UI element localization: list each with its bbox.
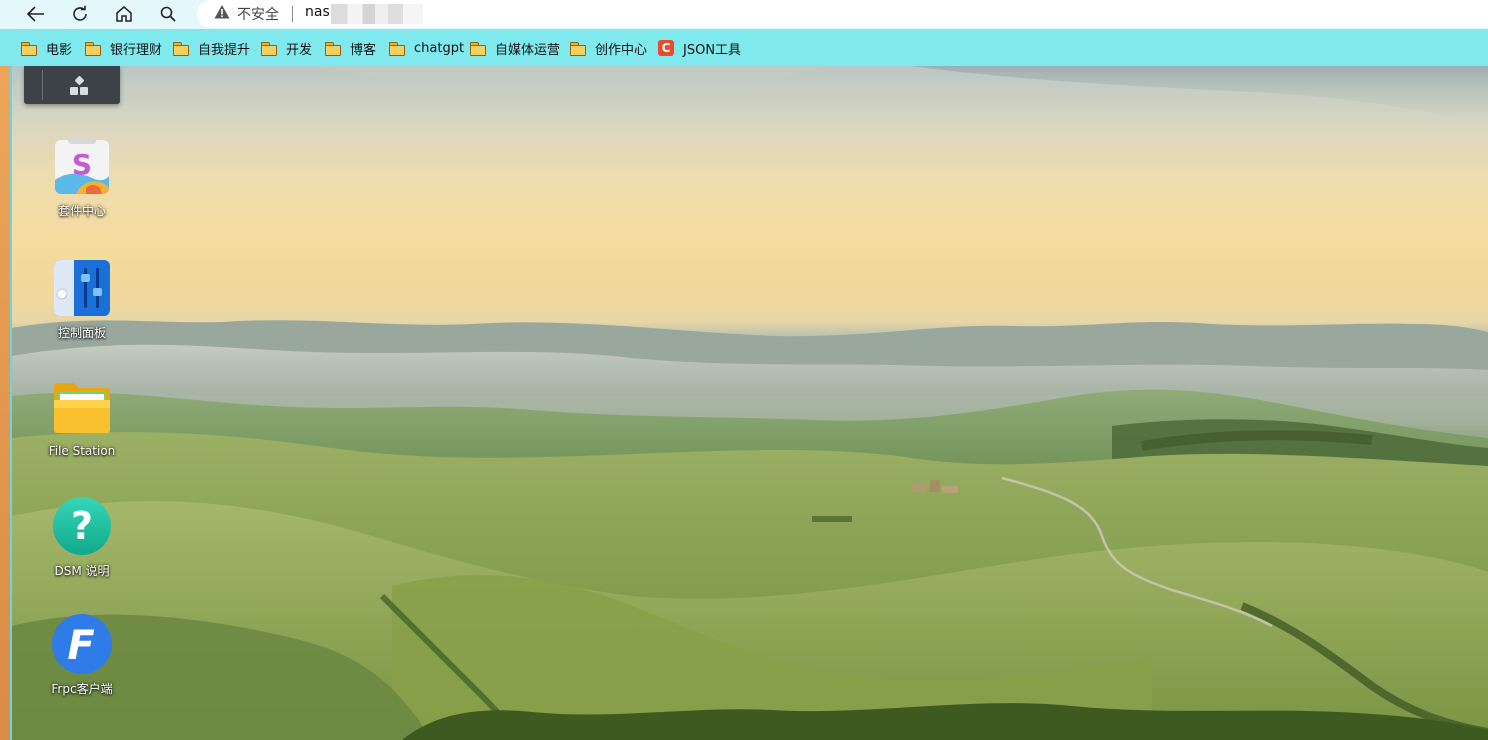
browser-toolbar: 不安全 nas xyxy=(0,0,1488,29)
folder-icon xyxy=(21,41,37,56)
url-divider xyxy=(292,6,293,22)
frpc-icon: F xyxy=(52,614,112,674)
folder-icon xyxy=(570,41,586,56)
folder-icon xyxy=(470,41,486,56)
app-label: Frpc客户端 xyxy=(51,682,113,696)
file-station-folder-icon xyxy=(52,378,112,438)
desktop-app-file-station[interactable]: File Station xyxy=(22,378,142,458)
bookmark-movies[interactable]: 电影 xyxy=(21,38,72,58)
main-menu-grid-icon xyxy=(70,75,90,95)
folder-icon xyxy=(173,41,189,56)
help-question-icon: ? xyxy=(52,496,112,556)
window-left-edge xyxy=(0,0,10,740)
package-center-glyph: S xyxy=(72,148,92,181)
desktop-app-control-panel[interactable]: 控制面板 xyxy=(22,258,142,341)
app-label: File Station xyxy=(48,444,116,458)
arrow-left-icon[interactable] xyxy=(21,1,51,27)
home-icon[interactable] xyxy=(109,1,139,27)
bookmark-label: chatgpt xyxy=(414,40,465,56)
bookmark-creator-center[interactable]: 创作中心 xyxy=(570,38,647,58)
landscape-wallpaper xyxy=(12,66,1488,740)
bookmarks-bar: 电影 银行理财 自我提升 开发 博客 chatgpt 自媒体运营 创作中心 C … xyxy=(0,29,1488,66)
address-bar[interactable]: 不安全 nas xyxy=(197,0,1488,28)
folder-icon xyxy=(325,41,341,56)
bookmark-chatgpt[interactable]: chatgpt xyxy=(389,38,464,58)
warning-triangle-icon[interactable] xyxy=(214,4,230,20)
bookmark-label: 创作中心 xyxy=(595,42,648,58)
bookmark-label: 开发 xyxy=(286,42,313,58)
bookmark-json-tool[interactable]: C JSON工具 xyxy=(658,38,741,58)
security-status-label[interactable]: 不安全 xyxy=(237,4,279,24)
url-redacted-mosaic xyxy=(331,4,423,24)
launcher-separator xyxy=(42,70,43,100)
folder-icon xyxy=(389,41,405,56)
main-menu-button[interactable] xyxy=(24,66,120,104)
reload-icon[interactable] xyxy=(65,1,95,27)
bookmark-label: 博客 xyxy=(350,42,377,58)
app-label: DSM 说明 xyxy=(54,564,110,578)
bookmark-self-media[interactable]: 自媒体运营 xyxy=(470,38,560,58)
folder-icon xyxy=(85,41,101,56)
desktop-app-package-center[interactable]: S 套件中心 xyxy=(22,136,142,219)
app-label: 套件中心 xyxy=(57,204,106,218)
dsm-desktop[interactable]: S 套件中心 控制面板 File Station ? DSM 说明 F Frpc… xyxy=(12,66,1488,740)
app-label: 控制面板 xyxy=(57,326,106,340)
url-text[interactable]: nas xyxy=(305,4,330,20)
desktop-app-frpc-client[interactable]: F Frpc客户端 xyxy=(22,614,142,697)
folder-icon xyxy=(261,41,277,56)
search-icon[interactable] xyxy=(153,1,183,27)
bookmark-development[interactable]: 开发 xyxy=(261,38,312,58)
package-center-icon: S xyxy=(52,136,112,196)
frpc-glyph: F xyxy=(67,623,94,669)
bookmark-label: 电影 xyxy=(46,42,73,58)
bookmark-blog[interactable]: 博客 xyxy=(325,38,376,58)
bookmark-bank-finance[interactable]: 银行理财 xyxy=(85,38,162,58)
c-logo-icon: C xyxy=(658,40,674,56)
bookmark-label: 自媒体运营 xyxy=(495,42,561,58)
bookmark-self-improvement[interactable]: 自我提升 xyxy=(173,38,250,58)
control-panel-icon xyxy=(52,258,112,318)
bookmark-label: 银行理财 xyxy=(110,42,163,58)
bookmark-label: JSON工具 xyxy=(683,42,742,58)
bookmark-label: 自我提升 xyxy=(198,42,251,58)
desktop-app-dsm-help[interactable]: ? DSM 说明 xyxy=(22,496,142,579)
help-glyph: ? xyxy=(71,504,93,548)
